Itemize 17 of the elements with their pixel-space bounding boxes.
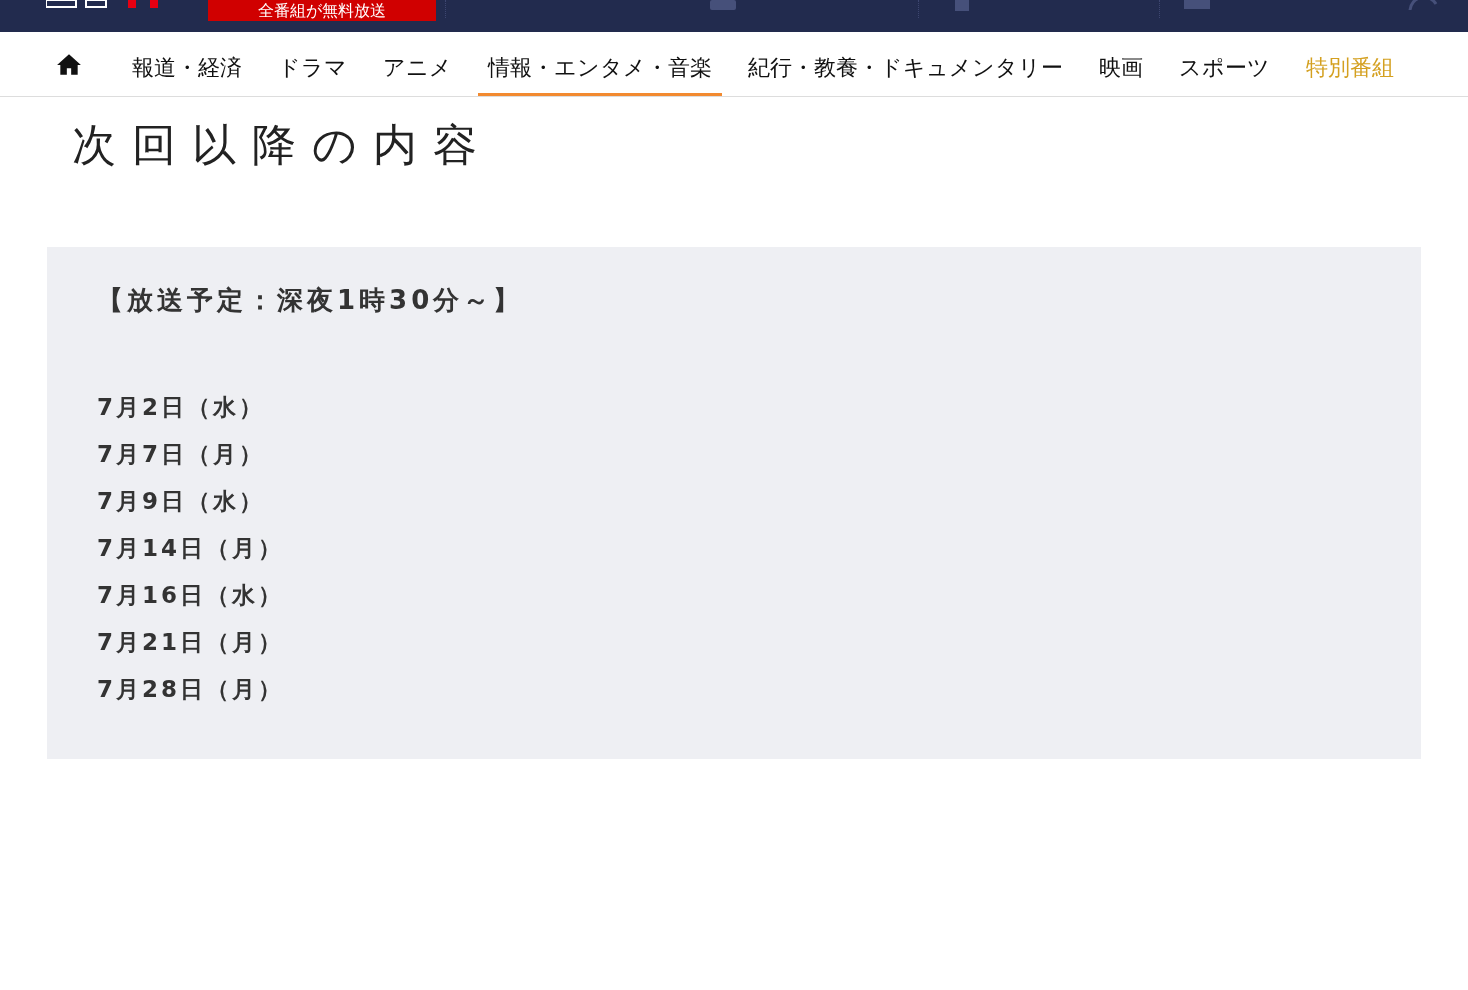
nav-tab[interactable]: アニメ bbox=[373, 38, 462, 96]
nav-tab[interactable]: 報道・経済 bbox=[122, 38, 252, 96]
nav-tab[interactable]: 紀行・教養・ドキュメンタリー bbox=[738, 38, 1073, 96]
free-broadcast-badge: 全番組が無料放送 bbox=[208, 0, 436, 21]
broadcast-date: 7月28日（月） bbox=[97, 675, 285, 704]
nav-tab[interactable]: ドラマ bbox=[268, 38, 357, 96]
nav-tab[interactable]: スポーツ bbox=[1169, 38, 1280, 96]
nav-tab[interactable]: 情報・エンタメ・音楽 bbox=[478, 38, 722, 96]
broadcast-date: 7月2日（水） bbox=[97, 393, 266, 422]
page-title: 次回以降の内容 bbox=[72, 118, 494, 172]
broadcast-date: 7月14日（月） bbox=[97, 534, 285, 563]
broadcast-date: 7月9日（水） bbox=[97, 487, 266, 516]
schedule-heading: 【放送予定：深夜1時30分～】 bbox=[97, 284, 525, 317]
broadcast-date: 7月7日（月） bbox=[97, 440, 266, 469]
broadcast-date: 7月16日（水） bbox=[97, 581, 285, 610]
broadcast-date: 7月21日（月） bbox=[97, 628, 285, 657]
nav-tab[interactable]: 映画 bbox=[1089, 38, 1153, 96]
